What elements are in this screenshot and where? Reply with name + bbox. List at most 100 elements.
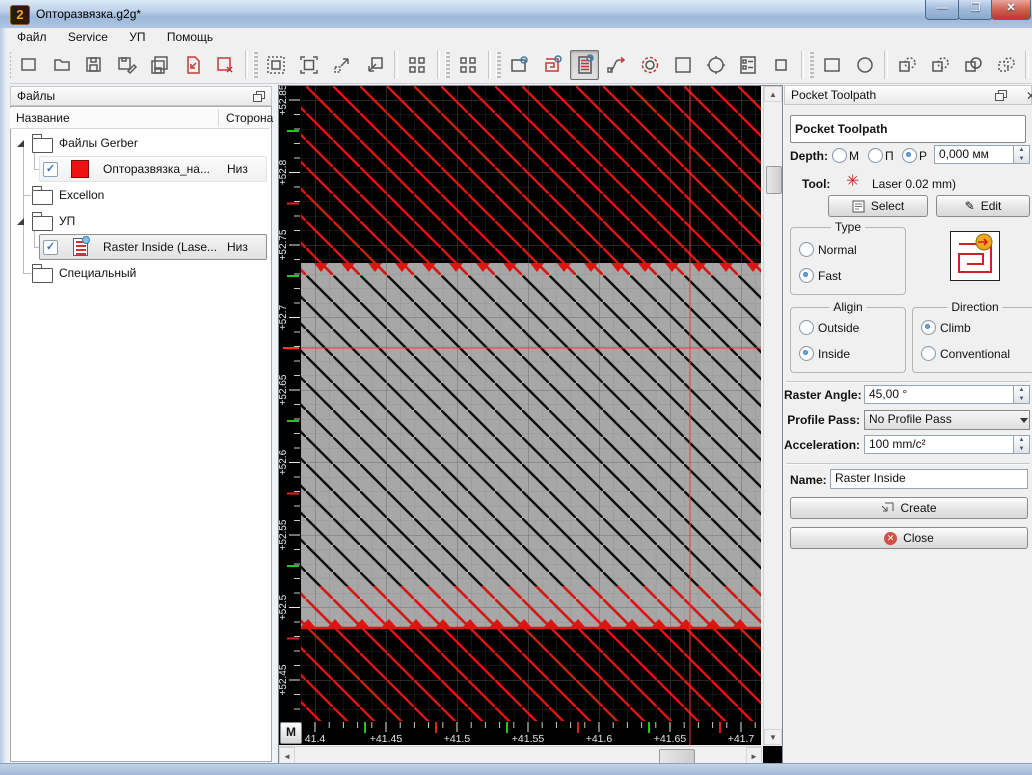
name-input[interactable]: Raster Inside — [830, 469, 1028, 489]
raster-angle-spinner[interactable]: ▲▼ — [1014, 385, 1030, 404]
column-side[interactable]: Сторона — [226, 111, 273, 125]
name-label: Name: — [790, 473, 827, 487]
simulate-tool-icon[interactable] — [701, 50, 730, 80]
zoom-in-icon[interactable] — [360, 50, 389, 80]
depth-radio-p-label: П — [885, 149, 894, 163]
program-checkbox[interactable]: ✓ — [43, 240, 58, 255]
toolbar-handle[interactable] — [445, 52, 450, 78]
new-file-icon[interactable] — [15, 50, 44, 80]
close-circle-icon: ✕ — [884, 532, 897, 545]
points-tool-icon[interactable] — [669, 50, 698, 80]
save-all-icon[interactable] — [146, 50, 175, 80]
gerber-viewport[interactable]: +52.85+52.8+52.75+52.7+52.65+52.6+52.55+… — [279, 86, 762, 745]
maximize-button[interactable]: ❐ — [958, 0, 993, 20]
open-file-icon[interactable] — [47, 50, 76, 80]
minimize-button[interactable]: — — [925, 0, 960, 20]
align-radio-outside[interactable] — [799, 320, 814, 335]
raster-angle-input[interactable]: 45,00 ° — [864, 385, 1014, 404]
align-radio-inside[interactable] — [799, 346, 814, 361]
measure-units-button[interactable]: M — [280, 722, 302, 744]
tree-row-up-folder[interactable]: УП — [11, 208, 269, 234]
zoom-out-icon[interactable] — [328, 50, 357, 80]
draw-circle-tool-icon[interactable] — [851, 50, 880, 80]
close-file-icon[interactable] — [211, 50, 240, 80]
profile-pass-select[interactable]: No Profile Pass — [864, 410, 1030, 430]
float-panel-icon[interactable] — [253, 91, 264, 101]
region-tool-icon[interactable] — [505, 50, 534, 80]
depth-radio-m[interactable] — [832, 148, 847, 163]
bool-union-tool-icon[interactable] — [893, 50, 922, 80]
direction-radio-conventional[interactable] — [921, 346, 936, 361]
vertical-scrollbar[interactable]: ▲ ▼ — [763, 86, 782, 745]
depth-radio-r[interactable] — [902, 148, 917, 163]
zoom-fit-icon[interactable] — [262, 50, 291, 80]
acceleration-input[interactable]: 100 mm/c² — [864, 435, 1014, 454]
column-name[interactable]: Название — [16, 111, 70, 125]
tree-row-excellon-folder[interactable]: Excellon — [11, 182, 269, 208]
select-tool-button[interactable]: Select — [828, 195, 928, 217]
scroll-up-icon[interactable]: ▲ — [764, 86, 782, 102]
curve-tool-icon[interactable] — [603, 50, 632, 80]
toolbar-handle[interactable] — [496, 52, 501, 78]
expand-arrow-icon[interactable] — [17, 140, 24, 147]
tree-row-gerber-folder[interactable]: Файлы Gerber — [11, 130, 269, 156]
svg-text:+41.65: +41.65 — [654, 733, 687, 745]
array-outline-icon[interactable] — [454, 50, 483, 80]
drill-tool-icon[interactable] — [636, 50, 665, 80]
tree-row-raster-program[interactable]: ✓ Raster Inside (Lase... Низ — [11, 234, 269, 260]
app-icon: 2 — [10, 5, 30, 25]
tree-row-gerber-layer[interactable]: ✓ Опторазвязка_на... Низ — [11, 156, 269, 182]
close-panel-icon[interactable]: ✕ — [1026, 87, 1032, 105]
draw-rect-tool-icon[interactable] — [818, 50, 847, 80]
type-radio-fast[interactable] — [799, 268, 814, 283]
separator — [786, 381, 1030, 383]
folder-icon — [32, 190, 53, 205]
tree-row-label: Raster Inside (Lase... — [103, 240, 217, 254]
svg-text:41.4: 41.4 — [305, 733, 326, 745]
direction-group: Direction Climb Conventional — [912, 307, 1032, 373]
svg-text:+41.55: +41.55 — [512, 733, 545, 745]
array-squares-icon[interactable] — [403, 50, 432, 80]
bool-intersect-tool-icon[interactable] — [959, 50, 988, 80]
bool-xor-tool-icon[interactable] — [991, 50, 1020, 80]
svg-text:+41.5: +41.5 — [444, 733, 471, 745]
toolbar-handle[interactable] — [253, 52, 258, 78]
menu-help[interactable]: Помощь — [158, 28, 222, 47]
depth-spinner[interactable]: ▲▼ — [1014, 145, 1030, 164]
pocket-spiral-tool-icon[interactable] — [538, 50, 567, 80]
expand-arrow-icon[interactable] — [17, 218, 24, 225]
menu-up[interactable]: УП — [120, 28, 154, 47]
create-icon — [881, 502, 894, 515]
layer-checkbox[interactable]: ✓ — [43, 162, 58, 177]
scroll-down-icon[interactable]: ▼ — [764, 729, 782, 745]
transform-tool-icon[interactable] — [767, 50, 796, 80]
menu-service[interactable]: Service — [59, 28, 117, 47]
float-panel-icon[interactable] — [995, 90, 1006, 100]
report-tool-icon[interactable] — [734, 50, 763, 80]
window-titlebar[interactable]: 2 Опторазвязка.g2g* — ❐ ✕ — [0, 0, 1032, 29]
acceleration-spinner[interactable]: ▲▼ — [1014, 435, 1030, 454]
raster-tool-icon[interactable] — [570, 50, 599, 80]
vertical-scroll-thumb[interactable] — [766, 166, 782, 194]
close-button[interactable]: ✕ — [991, 0, 1031, 20]
import-file-icon[interactable] — [178, 50, 207, 80]
viewport-widget: +52.85+52.8+52.75+52.7+52.65+52.6+52.55+… — [278, 85, 783, 765]
tree-row-special-folder[interactable]: Специальный — [11, 260, 269, 286]
close-toolpath-button[interactable]: ✕ Close — [790, 527, 1028, 549]
tree-header[interactable]: Название Сторона — [10, 108, 270, 129]
pocket-toolpath-panel: Pocket Toolpath ✕ Pocket Toolpath Depth:… — [784, 85, 1032, 763]
direction-radio-climb[interactable] — [921, 320, 936, 335]
save-as-icon[interactable] — [113, 50, 142, 80]
type-radio-normal[interactable] — [799, 242, 814, 257]
depth-radio-p[interactable] — [868, 148, 883, 163]
save-file-icon[interactable] — [80, 50, 109, 80]
create-button[interactable]: Create — [790, 497, 1028, 519]
zoom-window-icon[interactable] — [295, 50, 324, 80]
toolbar-handle[interactable] — [809, 52, 814, 78]
edit-tool-button[interactable]: ✎ Edit — [936, 195, 1030, 217]
menu-file[interactable]: Файл — [8, 28, 56, 47]
layer-color-swatch[interactable] — [71, 160, 89, 178]
profile-pass-label: Profile Pass: — [784, 413, 860, 427]
bool-subtract-tool-icon[interactable] — [926, 50, 955, 80]
depth-input[interactable]: 0,000 мм — [934, 145, 1014, 164]
